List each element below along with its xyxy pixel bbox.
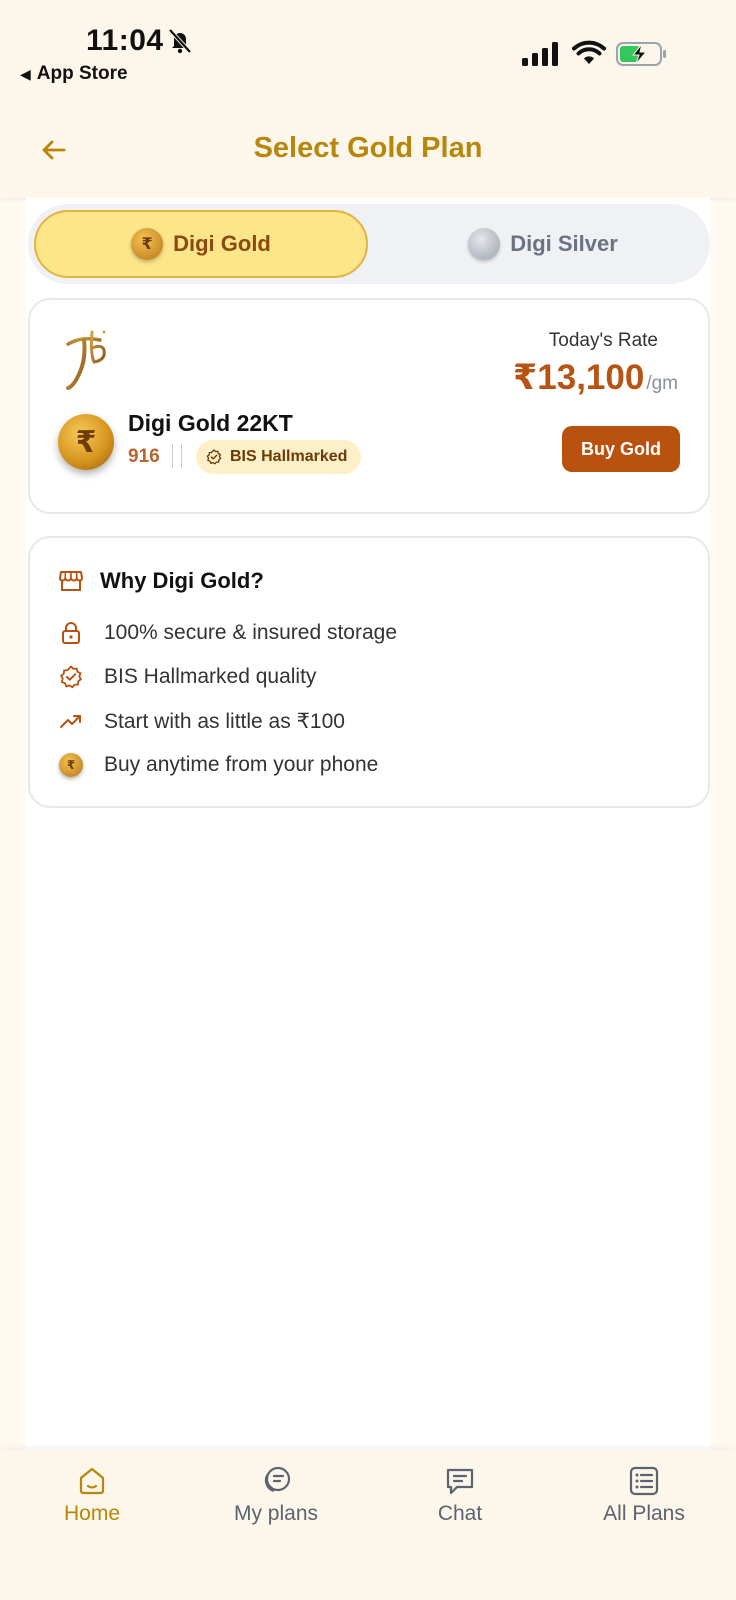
- list-item: Start with as little as ₹100: [58, 706, 345, 736]
- list-item: BIS Hallmarked quality: [58, 662, 316, 692]
- tab-digi-silver-label: Digi Silver: [510, 231, 618, 256]
- gold-coin-icon: ₹: [58, 414, 114, 470]
- nav-item-label: Home: [63, 1502, 121, 1525]
- buy-gold-button[interactable]: Buy Gold: [562, 426, 680, 472]
- list-item-label: Buy anytime from your phone: [104, 753, 379, 776]
- battery-charging-icon: [616, 42, 666, 66]
- list-item: ₹ Buy anytime from your phone: [58, 750, 378, 780]
- nav-item-label: My plans: [233, 1502, 319, 1525]
- brand-logo: [66, 330, 106, 390]
- status-time: 11:04: [86, 24, 164, 57]
- app-header: Select Gold Plan: [0, 112, 736, 198]
- metal-toggle: ₹ Digi Gold Digi Silver: [28, 204, 710, 284]
- tab-digi-gold[interactable]: ₹ Digi Gold: [34, 210, 368, 278]
- product-name: Digi Gold 22KT: [128, 410, 293, 436]
- my-plans-icon: [264, 1466, 291, 1493]
- main-content: ₹ Digi Gold Digi Silver Today's Rate ₹13…: [26, 198, 710, 1450]
- list-item-label: Start with as little as ₹100: [104, 709, 345, 733]
- gold-product-card: Today's Rate ₹13,100/gm ₹ Digi Gold 22KT…: [28, 298, 710, 514]
- back-to-app-store-label: App Store: [36, 63, 128, 84]
- todays-rate-value: ₹13,100/gm: [513, 358, 678, 398]
- home-icon: [79, 1467, 105, 1495]
- bell-off-icon: [168, 28, 192, 54]
- purity-value: 916: [128, 446, 160, 467]
- silver-coin-icon: [468, 228, 501, 260]
- divider: [172, 444, 182, 468]
- tab-digi-gold-label: Digi Gold: [173, 231, 271, 256]
- badge-check-icon: [206, 449, 222, 465]
- trending-up-icon: [58, 708, 84, 734]
- list-item: 100% secure & insured storage: [58, 618, 397, 648]
- wifi-icon: [572, 40, 606, 64]
- nav-item-label: All Plans: [603, 1502, 685, 1525]
- page-title: Select Gold Plan: [253, 132, 483, 164]
- nav-item-all-plans[interactable]: All Plans: [552, 1464, 736, 1526]
- rate-unit: /gm: [646, 373, 678, 394]
- store-icon: [59, 571, 83, 591]
- bottom-navigation: Home My plans Chat All Plans: [0, 1450, 736, 1600]
- back-to-app-store-link[interactable]: ◀ App Store: [20, 63, 128, 85]
- list-icon: [629, 1466, 659, 1496]
- nav-item-my-plans[interactable]: My plans: [184, 1464, 368, 1526]
- nav-item-chat[interactable]: Chat: [368, 1464, 552, 1526]
- back-triangle-icon: ◀: [20, 66, 31, 82]
- gold-coin-icon: ₹: [58, 752, 84, 778]
- list-item-label: 100% secure & insured storage: [104, 621, 398, 644]
- why-digi-gold-title: Why Digi Gold?: [100, 568, 264, 593]
- todays-rate-label: Today's Rate: [548, 330, 658, 351]
- bis-hallmarked-badge: BIS Hallmarked: [196, 440, 362, 474]
- list-item-label: BIS Hallmarked quality: [104, 665, 317, 688]
- bis-hallmarked-label: BIS Hallmarked: [230, 448, 348, 465]
- tab-digi-silver[interactable]: Digi Silver: [378, 210, 708, 278]
- gold-coin-icon: ₹: [131, 228, 164, 260]
- cellular-signal-icon: [522, 42, 558, 66]
- lock-icon: [58, 620, 84, 646]
- badge-check-icon: [58, 664, 84, 690]
- why-digi-gold-card: Why Digi Gold? 100% secure & insured sto…: [28, 536, 710, 808]
- status-bar: 11:04 ◀ App Store: [0, 0, 736, 112]
- chat-icon: [446, 1468, 474, 1495]
- nav-item-home[interactable]: Home: [0, 1464, 184, 1526]
- nav-item-label: Chat: [437, 1502, 483, 1525]
- rate-amount: ₹13,100: [512, 358, 645, 397]
